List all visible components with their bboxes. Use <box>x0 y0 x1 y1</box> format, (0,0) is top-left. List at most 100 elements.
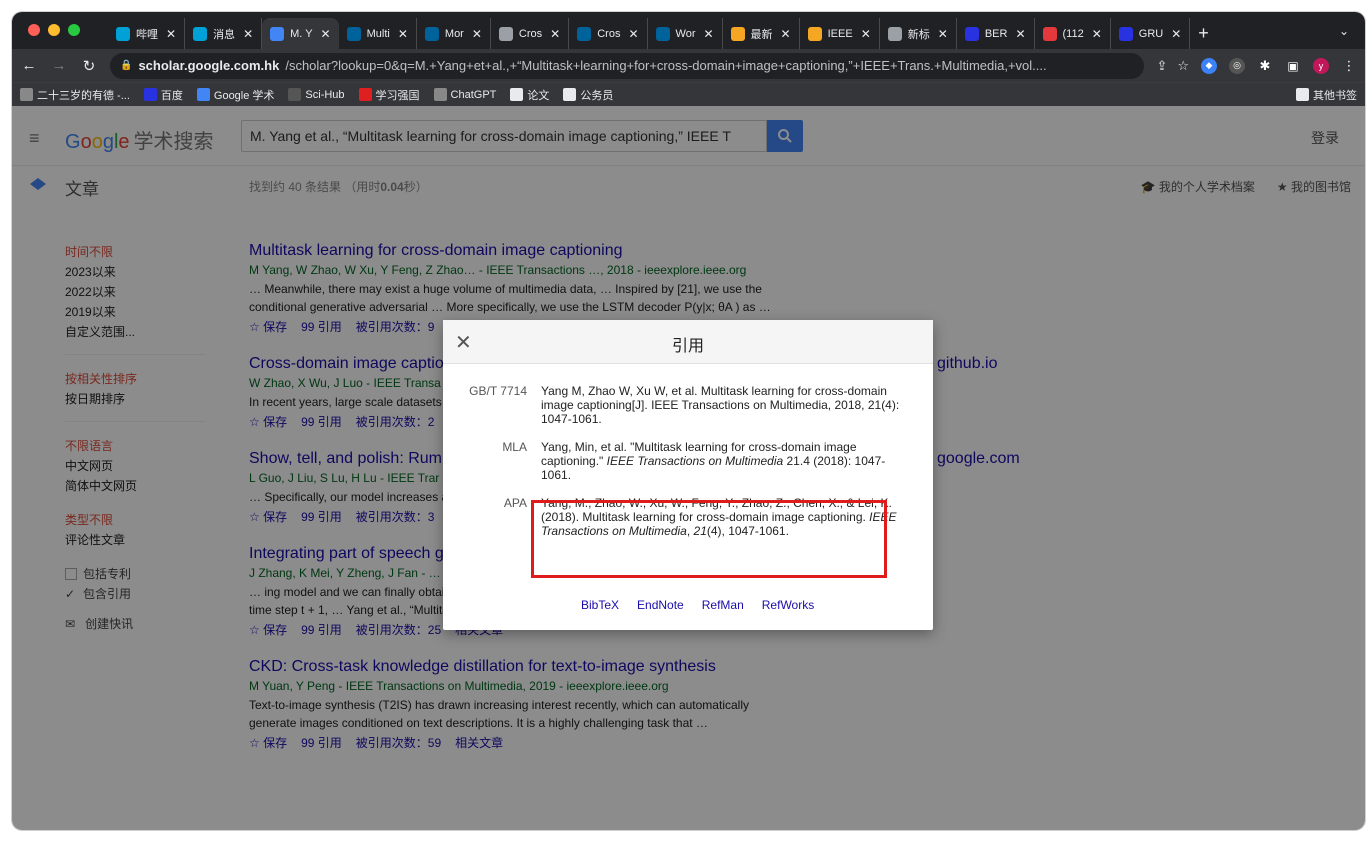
bookmark-item[interactable]: Google 学术 <box>196 87 275 103</box>
bookmarks-bar: 二十三岁的有德 -... 百度 Google 学术 Sci-Hub 学习强国 ChatGP… <box>12 82 1365 106</box>
reload-button[interactable]: ↻ <box>80 57 98 75</box>
browser-tab[interactable]: (112 ✕ <box>1035 18 1111 49</box>
bookmark-item[interactable]: Sci-Hub <box>288 88 345 101</box>
tab-title: 消息 <box>213 28 236 41</box>
extensions-puzzle-icon[interactable]: ✱ <box>1257 58 1273 74</box>
bilibili-icon <box>116 26 130 41</box>
chatgpt-icon <box>433 88 447 101</box>
cite-row-mla: MLA Yang, Min, et al. "Multitask learnin… <box>461 440 911 482</box>
lock-icon: 🔒 <box>120 60 133 71</box>
bookmark-label: 二十三岁的有德 -... <box>37 89 130 102</box>
tab-close-icon[interactable]: ✕ <box>321 27 331 41</box>
ieee-icon <box>346 26 361 41</box>
url-path: /scholar?lookup=0&q=M.+Yang+et+al.,+“Mul… <box>285 58 1047 73</box>
folder-icon <box>563 88 577 101</box>
browser-tab[interactable]: Cros ✕ <box>491 18 570 49</box>
back-button[interactable]: ← <box>20 57 38 74</box>
browser-tab[interactable]: BER ✕ <box>957 18 1035 49</box>
bookmark-item[interactable]: 百度 <box>143 87 183 103</box>
menu-icon[interactable]: ⋮ <box>1341 58 1357 74</box>
close-window-button[interactable] <box>28 24 40 36</box>
browser-tab[interactable]: Cros ✕ <box>569 18 648 49</box>
tab-close-icon[interactable]: ✕ <box>1171 27 1181 41</box>
tab-close-icon[interactable]: ✕ <box>472 27 482 41</box>
tab-title: Multi <box>366 27 390 40</box>
zoom-window-button[interactable] <box>68 24 80 36</box>
ieee-icon <box>655 26 670 41</box>
browser-tab[interactable]: M. Y ✕ <box>262 18 339 49</box>
bookmark-star-icon[interactable]: ☆ <box>1177 58 1189 74</box>
bookmark-item[interactable]: 公务员 <box>563 87 613 103</box>
bookmark-label: 百度 <box>160 89 183 102</box>
tab-close-icon[interactable]: ✕ <box>703 27 713 41</box>
bibtex-link[interactable]: BibTeX <box>581 598 619 612</box>
other-bookmarks-label: 其他书签 <box>1313 89 1357 102</box>
browser-tab[interactable]: Wor ✕ <box>648 18 723 49</box>
browser-tab[interactable]: 新标 ✕ <box>880 18 957 49</box>
tab-close-icon[interactable]: ✕ <box>550 27 560 41</box>
cite-format-label: GB/T 7714 <box>469 384 527 398</box>
browser-tab[interactable]: Multi ✕ <box>339 18 417 49</box>
profile-avatar[interactable]: y <box>1313 57 1329 74</box>
tab-close-icon[interactable]: ✕ <box>1015 27 1025 41</box>
browser-tab[interactable]: 消息 ✕ <box>185 18 263 49</box>
browser-tab[interactable]: Mor ✕ <box>417 18 491 49</box>
bookmark-item[interactable]: 论文 <box>510 87 549 103</box>
bookmark-item[interactable]: ChatGPT <box>433 88 497 101</box>
browser-tab[interactable]: GRU ✕ <box>1111 18 1191 49</box>
extension-icon[interactable]: ◎ <box>1229 57 1245 74</box>
browser-tab[interactable]: 哔哩 ✕ <box>108 18 186 49</box>
tab-title: Mor <box>444 27 464 40</box>
extension-icon[interactable]: ◆ <box>1201 57 1217 74</box>
forward-button[interactable]: → <box>50 57 68 74</box>
cite-row-gbt: GB/T 7714 Yang M, Zhao W, Xu W, et al. M… <box>461 384 911 426</box>
tab-strip: 哔哩 ✕ 消息 ✕ M. Y ✕ Multi ✕ Mor ✕ Cros ✕ Cros ✕ Wor ✕ 最新 ✕ IE… <box>108 18 1315 49</box>
globe-icon <box>887 26 902 41</box>
browser-window: 哔哩 ✕ 消息 ✕ M. Y ✕ Multi ✕ Mor ✕ Cros ✕ Cros ✕ Wor ✕ 最新 ✕ IE… <box>12 12 1365 830</box>
share-icon[interactable]: ⇪ <box>1156 58 1167 74</box>
bookmark-item[interactable]: 学习强国 <box>358 87 420 103</box>
tab-close-icon[interactable]: ✕ <box>628 27 638 41</box>
address-bar[interactable]: 🔒 scholar.google.com.hk/scholar?lookup=0… <box>110 52 1145 79</box>
other-bookmarks[interactable]: 其他书签 <box>1296 87 1357 103</box>
minimize-window-button[interactable] <box>48 24 60 36</box>
tab-title: BER <box>984 27 1008 40</box>
bookmark-label: Google 学术 <box>213 89 275 102</box>
cite-text[interactable]: Yang, Min, et al. "Multitask learning fo… <box>541 440 911 482</box>
bookmark-label: ChatGPT <box>450 88 497 101</box>
ieee-icon <box>577 26 592 41</box>
tab-search-icon[interactable]: ⌄ <box>1339 24 1349 38</box>
tab-title: 新标 <box>907 28 930 41</box>
scholar-icon <box>270 26 285 41</box>
tab-close-icon[interactable]: ✕ <box>781 27 791 41</box>
tab-bar: 哔哩 ✕ 消息 ✕ M. Y ✕ Multi ✕ Mor ✕ Cros ✕ Cros ✕ Wor ✕ 最新 ✕ IE… <box>12 12 1365 49</box>
scholar-icon <box>196 88 210 101</box>
tab-close-icon[interactable]: ✕ <box>398 27 408 41</box>
cite-dialog: ✕ 引用 GB/T 7714 Yang M, Zhao W, Xu W, et … <box>443 320 933 630</box>
tab-close-icon[interactable]: ✕ <box>243 27 253 41</box>
folder-icon <box>510 88 524 101</box>
bilibili-icon <box>193 26 208 41</box>
baidu-icon <box>143 88 157 101</box>
browser-tab[interactable]: IEEE ✕ <box>800 18 880 49</box>
refman-link[interactable]: RefMan <box>702 598 744 612</box>
tab-close-icon[interactable]: ✕ <box>166 27 176 41</box>
tab-title: GRU <box>1138 27 1164 40</box>
endnote-link[interactable]: EndNote <box>637 598 684 612</box>
scihub-icon <box>288 88 302 101</box>
bookmark-item[interactable]: 二十三岁的有德 -... <box>20 87 130 103</box>
tab-close-icon[interactable]: ✕ <box>938 27 948 41</box>
apa-highlight-box <box>531 500 887 578</box>
bookmark-label: 学习强国 <box>375 89 420 102</box>
tab-close-icon[interactable]: ✕ <box>861 27 871 41</box>
bookmark-label: 论文 <box>527 89 550 102</box>
tab-title: IEEE <box>827 27 853 40</box>
sidebar-icon[interactable]: ▣ <box>1285 58 1301 74</box>
tab-close-icon[interactable]: ✕ <box>1092 27 1102 41</box>
new-tab-button[interactable]: + <box>1190 18 1217 49</box>
p-icon <box>730 26 745 41</box>
cite-text[interactable]: Yang M, Zhao W, Xu W, et al. Multitask l… <box>541 384 911 426</box>
browser-tab[interactable]: 最新 ✕ <box>723 18 800 49</box>
refworks-link[interactable]: RefWorks <box>762 598 814 612</box>
dialog-title: 引用 <box>671 338 704 355</box>
